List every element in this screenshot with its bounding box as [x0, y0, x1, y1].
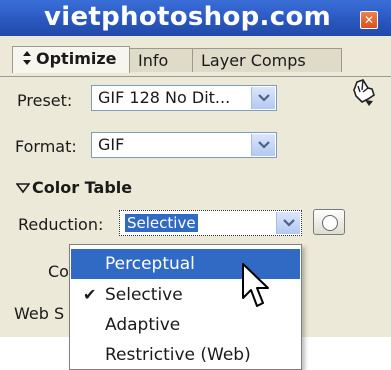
menu-item-restrictive-web[interactable]: Restrictive (Web) [71, 340, 300, 370]
window-title: vietphotoshop.com [44, 2, 331, 32]
droplet-icon[interactable] [348, 78, 378, 110]
tab-info[interactable]: Info [129, 48, 193, 72]
close-button[interactable]: ✕ [360, 11, 378, 29]
chevron-down-icon[interactable] [251, 134, 275, 156]
preset-select[interactable]: GIF 128 No Dit... [91, 85, 277, 111]
format-label: Format: [15, 137, 77, 156]
tab-label: Info [138, 51, 169, 70]
colors-label: Co [48, 262, 69, 281]
reduction-select[interactable]: Selective [119, 210, 302, 236]
tab-strip: Layer Comps Info Optimize ▸ [0, 36, 391, 101]
format-value: GIF [98, 135, 125, 154]
tab-optimize[interactable]: Optimize [12, 46, 130, 73]
triangle-down-icon [15, 183, 31, 194]
reduction-value: Selective [125, 214, 198, 232]
menu-item-label: Perceptual [105, 254, 195, 274]
menu-item-label: Adaptive [105, 315, 181, 335]
menu-item-label: Restrictive (Web) [105, 345, 251, 365]
menu-item-label: Selective [105, 285, 183, 305]
web-snap-label: Web S [14, 304, 65, 323]
circle-icon [322, 215, 338, 231]
mouse-cursor-icon [242, 263, 269, 307]
preset-label: Preset: [17, 91, 73, 110]
color-table-title: Color Table [32, 178, 133, 197]
reduction-label: Reduction: [18, 215, 104, 234]
format-select[interactable]: GIF [91, 132, 277, 158]
arrows-updown-icon [23, 51, 31, 65]
tab-label: Layer Comps [201, 51, 306, 70]
chevron-down-icon[interactable] [251, 87, 275, 109]
chevron-down-icon[interactable] [276, 212, 300, 234]
tab-layer-comps[interactable]: Layer Comps [192, 48, 342, 72]
color-palette-button[interactable] [313, 209, 345, 235]
preset-value: GIF 128 No Dit... [98, 88, 231, 107]
menu-item-adaptive[interactable]: Adaptive [71, 310, 300, 340]
tab-label: Optimize [36, 49, 117, 68]
checkmark-icon: ✔ [83, 285, 97, 304]
color-table-header[interactable]: Color Table [15, 178, 133, 198]
window-titlebar[interactable]: vietphotoshop.com ✕ [0, 0, 391, 36]
